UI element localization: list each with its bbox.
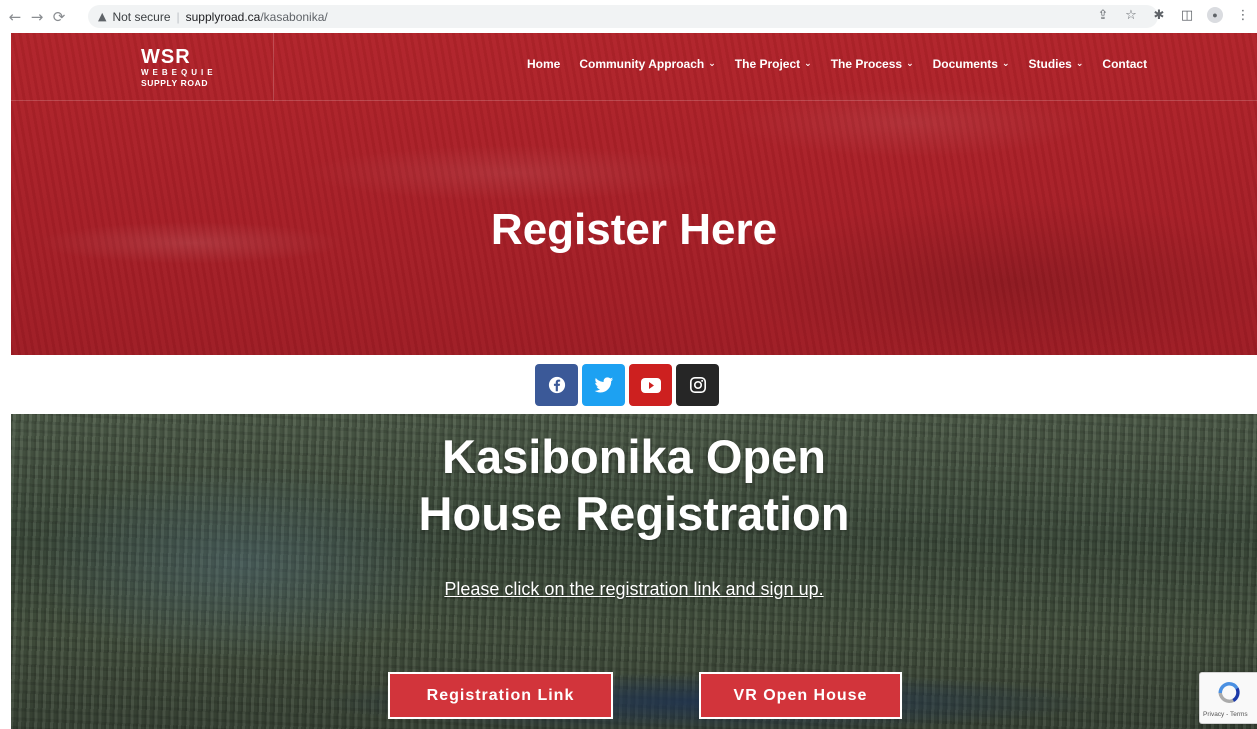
chevron-down-icon: ⌄ bbox=[1001, 59, 1010, 69]
star-icon[interactable]: ☆ bbox=[1123, 8, 1139, 23]
registration-title: Kasibonika Open House Registration bbox=[11, 428, 1257, 542]
nav-community-approach[interactable]: Community Approach ⌄ bbox=[579, 57, 715, 71]
nav-label: Studies bbox=[1028, 57, 1072, 71]
hero-title: Register Here bbox=[490, 205, 778, 254]
nav-the-process[interactable]: The Process ⌄ bbox=[831, 57, 914, 71]
logo-line-2: SUPPLY ROAD bbox=[141, 78, 209, 88]
registration-instructions-link[interactable]: Please click on the registration link an… bbox=[11, 579, 1257, 600]
profile-icon[interactable]: ● bbox=[1207, 7, 1223, 23]
chevron-down-icon: ⌄ bbox=[1075, 59, 1084, 69]
recaptcha-icon bbox=[1218, 682, 1240, 703]
registration-section: Kasibonika Open House Registration Pleas… bbox=[11, 414, 1257, 729]
hero-banner: WSR WEBEQUIE SUPPLY ROAD Home Community … bbox=[11, 33, 1257, 355]
nav-label: Community Approach bbox=[579, 57, 705, 71]
registration-title-line-1: Kasibonika Open bbox=[442, 430, 826, 483]
chevron-down-icon: ⌄ bbox=[708, 59, 716, 69]
reload-icon[interactable]: ⟳ bbox=[48, 8, 70, 26]
back-icon[interactable]: ← bbox=[4, 8, 26, 26]
nav-label: Home bbox=[527, 57, 561, 71]
nav-label: Contact bbox=[1102, 57, 1148, 71]
nav-home[interactable]: Home bbox=[527, 57, 560, 71]
browser-actions: ⇪ ☆ ✱ ◫ ● ⋮ bbox=[1095, 7, 1251, 23]
logo-title: WSR bbox=[141, 46, 191, 68]
extensions-icon[interactable]: ✱ bbox=[1151, 8, 1167, 23]
logo-line-1: WEBEQUIE bbox=[141, 68, 217, 77]
logo[interactable]: WSR WEBEQUIE SUPPLY ROAD bbox=[11, 33, 274, 101]
instagram-icon[interactable] bbox=[676, 364, 719, 406]
site-header: WSR WEBEQUIE SUPPLY ROAD Home Community … bbox=[11, 33, 1257, 101]
address-separator: | bbox=[176, 9, 180, 24]
nav-studies[interactable]: Studies ⌄ bbox=[1029, 57, 1084, 71]
menu-icon[interactable]: ⋮ bbox=[1235, 8, 1251, 23]
registration-link-button[interactable]: Registration Link bbox=[388, 672, 613, 719]
facebook-icon[interactable] bbox=[535, 364, 578, 406]
nav-label: The Process bbox=[830, 57, 903, 71]
chevron-down-icon: ⌄ bbox=[804, 59, 812, 69]
nav-contact[interactable]: Contact bbox=[1102, 57, 1147, 71]
twitter-icon[interactable] bbox=[582, 364, 625, 406]
forward-icon[interactable]: → bbox=[26, 8, 48, 26]
nav-the-project[interactable]: The Project ⌄ bbox=[735, 57, 812, 71]
chevron-down-icon: ⌄ bbox=[906, 59, 914, 69]
nav-label: Documents bbox=[932, 57, 998, 71]
vr-open-house-button[interactable]: VR Open House bbox=[699, 672, 902, 719]
sidepanel-icon[interactable]: ◫ bbox=[1179, 8, 1195, 23]
nav-documents[interactable]: Documents ⌄ bbox=[933, 57, 1010, 71]
social-links bbox=[535, 364, 719, 406]
security-label[interactable]: Not secure bbox=[112, 10, 170, 24]
share-icon[interactable]: ⇪ bbox=[1095, 8, 1111, 23]
browser-toolbar: ← → ⟳ ▲ Not secure | supplyroad.ca/kasab… bbox=[0, 0, 1257, 33]
url-path[interactable]: /kasabonika/ bbox=[260, 10, 327, 24]
address-bar[interactable]: ▲ Not secure | supplyroad.ca/kasabonika/ bbox=[88, 5, 1158, 28]
nav-label: The Project bbox=[734, 57, 801, 71]
main-nav: Home Community Approach ⌄ The Project ⌄ Th… bbox=[527, 57, 1147, 71]
registration-title-line-2: House Registration bbox=[418, 487, 850, 540]
youtube-icon[interactable] bbox=[629, 364, 672, 406]
recaptcha-badge[interactable]: Privacy - Terms bbox=[1199, 672, 1257, 724]
recaptcha-links[interactable]: Privacy - Terms bbox=[1203, 711, 1248, 718]
warning-icon[interactable]: ▲ bbox=[98, 10, 106, 23]
url-host[interactable]: supplyroad.ca bbox=[186, 10, 261, 24]
